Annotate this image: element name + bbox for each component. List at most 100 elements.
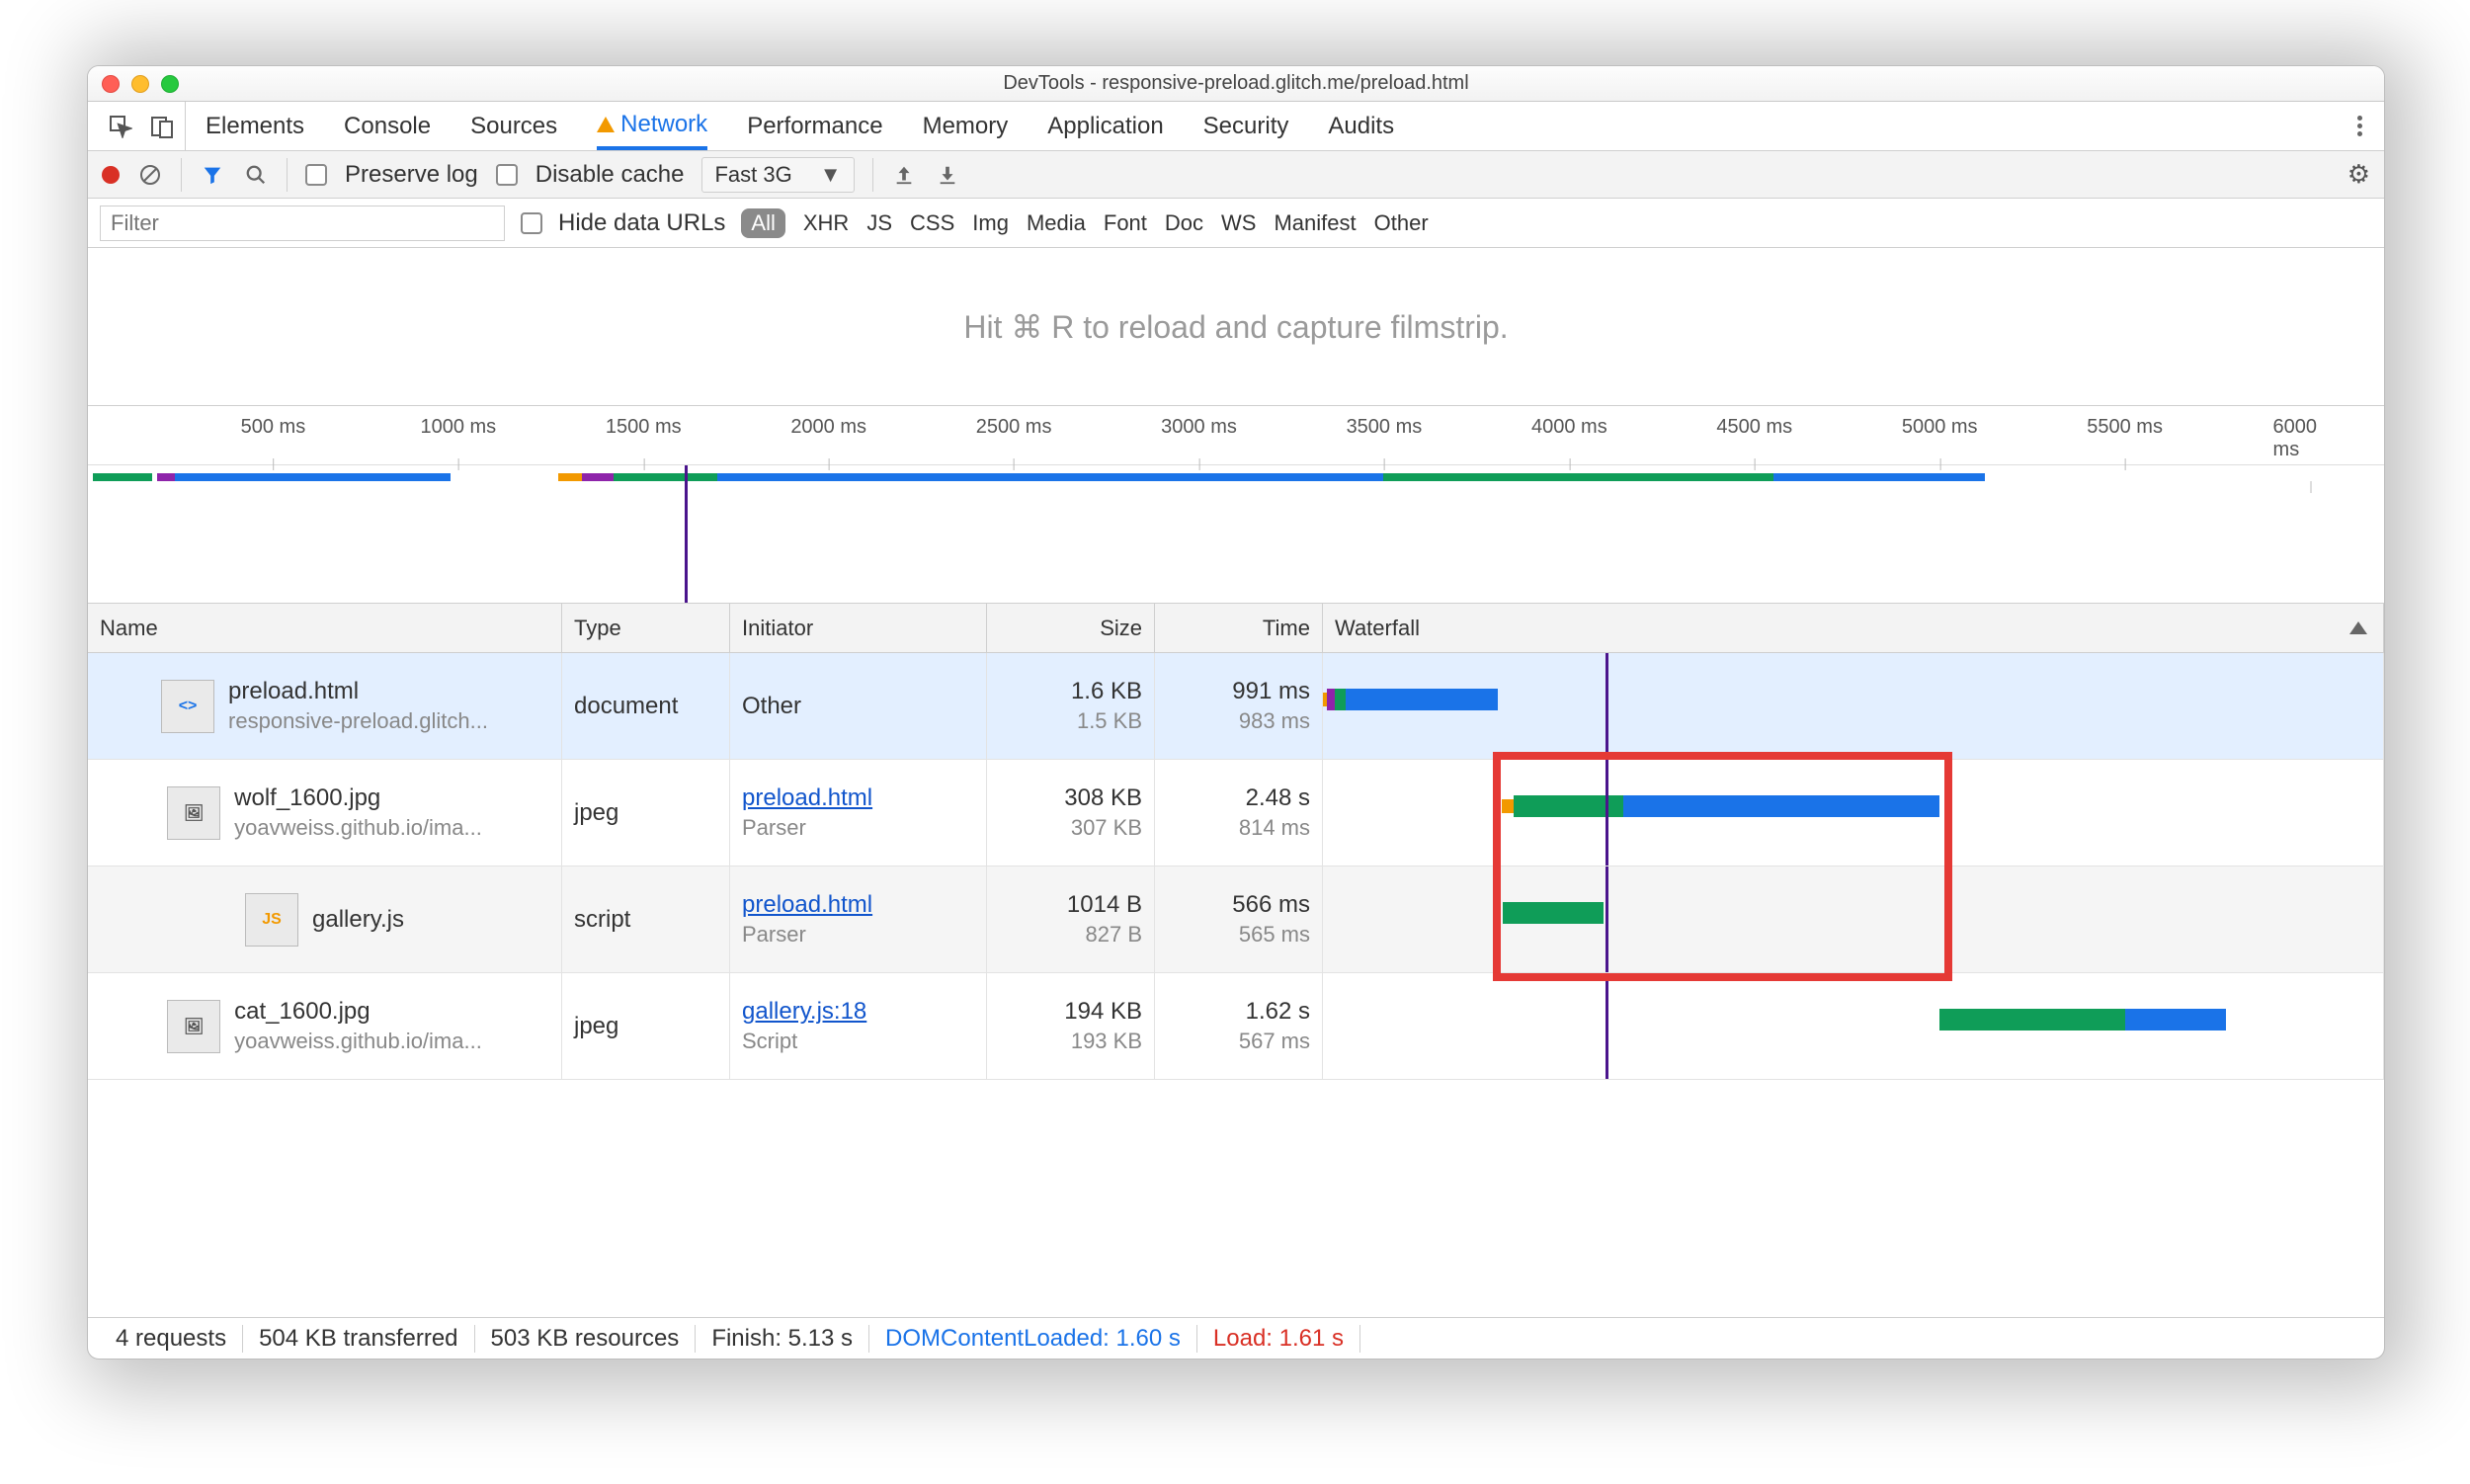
timeline-tick: 3500 ms <box>1347 416 1423 439</box>
overview-cursor <box>685 465 688 603</box>
file-icon: 🖼 <box>167 786 220 840</box>
filter-media[interactable]: Media <box>1027 210 1086 236</box>
timeline-tick: 5500 ms <box>2087 416 2163 439</box>
request-type: document <box>562 653 730 759</box>
size: 1014 B <box>1067 891 1142 919</box>
disable-cache-checkbox[interactable] <box>496 164 518 186</box>
request-name: gallery.js <box>312 906 404 934</box>
table-row[interactable]: 🖼wolf_1600.jpgyoavweiss.github.io/ima...… <box>88 760 2384 866</box>
col-time[interactable]: Time <box>1155 604 1323 652</box>
filmstrip-hint: Hit ⌘ R to reload and capture filmstrip. <box>88 248 2384 406</box>
request-name: preload.html <box>228 678 488 705</box>
col-size[interactable]: Size <box>987 604 1155 652</box>
clear-icon[interactable] <box>137 162 163 188</box>
table-row[interactable]: <> preload.html responsive-preload.glitch.… <box>88 653 2384 760</box>
size: 1.6 KB <box>1071 678 1142 705</box>
throttling-select[interactable]: Fast 3G ▼ <box>701 157 854 193</box>
hide-data-urls-checkbox[interactable] <box>521 212 542 234</box>
table-row[interactable]: 🖼cat_1600.jpgyoavweiss.github.io/ima...j… <box>88 973 2384 1080</box>
initiator-link[interactable]: preload.html <box>742 784 974 812</box>
close-window-button[interactable] <box>102 75 120 93</box>
tab-security[interactable]: Security <box>1203 102 1289 150</box>
titlebar: DevTools - responsive-preload.glitch.me/… <box>88 66 2384 102</box>
maximize-window-button[interactable] <box>161 75 179 93</box>
tab-network[interactable]: Network <box>597 102 707 150</box>
waterfall-bar <box>2125 1009 2226 1031</box>
col-name[interactable]: Name <box>88 604 562 652</box>
size-content: 307 KB <box>1071 815 1142 841</box>
file-icon: JS <box>245 893 298 947</box>
time: 566 ms <box>1232 891 1310 919</box>
window-controls <box>102 75 179 93</box>
filter-ws[interactable]: WS <box>1221 210 1256 236</box>
timeline-tick: 6000 ms <box>2273 416 2347 461</box>
panel-tabs: Elements Console Sources Network Performance… <box>88 102 2384 151</box>
size-content: 827 B <box>1086 922 1143 948</box>
initiator-type: Script <box>742 1029 974 1054</box>
request-host: yoavweiss.github.io/ima... <box>234 815 482 841</box>
minimize-window-button[interactable] <box>131 75 149 93</box>
download-har-icon[interactable] <box>935 162 960 188</box>
annotation-box <box>1493 752 1952 981</box>
size-content: 193 KB <box>1071 1029 1142 1054</box>
inspect-icon[interactable] <box>108 114 133 139</box>
timeline-tick: 2500 ms <box>976 416 1052 439</box>
filter-all[interactable]: All <box>741 208 784 238</box>
devtools-window: DevTools - responsive-preload.glitch.me/… <box>87 65 2385 1360</box>
table-row[interactable]: JSgallery.jsscriptpreload.htmlParser1014… <box>88 866 2384 973</box>
filter-doc[interactable]: Doc <box>1165 210 1203 236</box>
preserve-log-checkbox[interactable] <box>305 164 327 186</box>
more-options-icon[interactable] <box>2357 116 2362 136</box>
hide-data-urls-label: Hide data URLs <box>558 209 725 237</box>
filter-manifest[interactable]: Manifest <box>1274 210 1356 236</box>
sort-asc-icon <box>2349 621 2367 634</box>
tab-application[interactable]: Application <box>1047 102 1163 150</box>
tab-audits[interactable]: Audits <box>1328 102 1394 150</box>
table-headers: Name Type Initiator Size Time Waterfall <box>88 604 2384 653</box>
overview-timeline[interactable]: 500 ms1000 ms1500 ms2000 ms2500 ms3000 m… <box>88 406 2384 604</box>
initiator-link[interactable]: preload.html <box>742 891 974 919</box>
waterfall-bar <box>1939 1009 2125 1031</box>
upload-har-icon[interactable] <box>891 162 917 188</box>
tab-memory[interactable]: Memory <box>923 102 1009 150</box>
waterfall-bar <box>1346 689 1498 710</box>
status-dcl: DOMContentLoaded: 1.60 s <box>869 1325 1197 1353</box>
waterfall-cell <box>1323 653 2384 759</box>
tab-performance[interactable]: Performance <box>747 102 882 150</box>
filter-img[interactable]: Img <box>972 210 1009 236</box>
filter-bar: Hide data URLs All XHR JS CSS Img Media Font Do… <box>88 199 2384 248</box>
disable-cache-label: Disable cache <box>535 161 685 189</box>
settings-icon[interactable]: ⚙ <box>2347 159 2370 190</box>
col-initiator[interactable]: Initiator <box>730 604 987 652</box>
filter-input[interactable] <box>100 206 505 241</box>
filter-css[interactable]: CSS <box>910 210 954 236</box>
device-toggle-icon[interactable] <box>149 114 175 139</box>
initiator-link[interactable]: gallery.js:18 <box>742 998 974 1026</box>
throttle-value: Fast 3G <box>714 162 791 188</box>
col-type[interactable]: Type <box>562 604 730 652</box>
timeline-tick: 5000 ms <box>1902 416 1978 439</box>
request-type: jpeg <box>562 973 730 1079</box>
status-resources: 503 KB resources <box>475 1325 697 1353</box>
tab-sources[interactable]: Sources <box>470 102 557 150</box>
col-waterfall[interactable]: Waterfall <box>1323 604 2384 652</box>
dcl-marker <box>1606 653 1608 759</box>
status-finish: Finish: 5.13 s <box>696 1325 869 1353</box>
record-button[interactable] <box>102 166 120 184</box>
search-icon[interactable] <box>243 162 269 188</box>
filter-icon[interactable] <box>200 162 225 188</box>
time: 2.48 s <box>1246 784 1310 812</box>
filter-font[interactable]: Font <box>1104 210 1147 236</box>
request-type: script <box>562 866 730 972</box>
filter-xhr[interactable]: XHR <box>803 210 849 236</box>
request-name: cat_1600.jpg <box>234 998 482 1026</box>
tab-console[interactable]: Console <box>344 102 431 150</box>
waterfall-cell <box>1323 973 2384 1079</box>
filter-js[interactable]: JS <box>866 210 892 236</box>
tab-elements[interactable]: Elements <box>206 102 304 150</box>
request-host: responsive-preload.glitch... <box>228 708 488 734</box>
time: 1.62 s <box>1246 998 1310 1026</box>
file-icon: <> <box>161 680 214 733</box>
filter-other[interactable]: Other <box>1374 210 1429 236</box>
timeline-tick: 2000 ms <box>790 416 866 439</box>
